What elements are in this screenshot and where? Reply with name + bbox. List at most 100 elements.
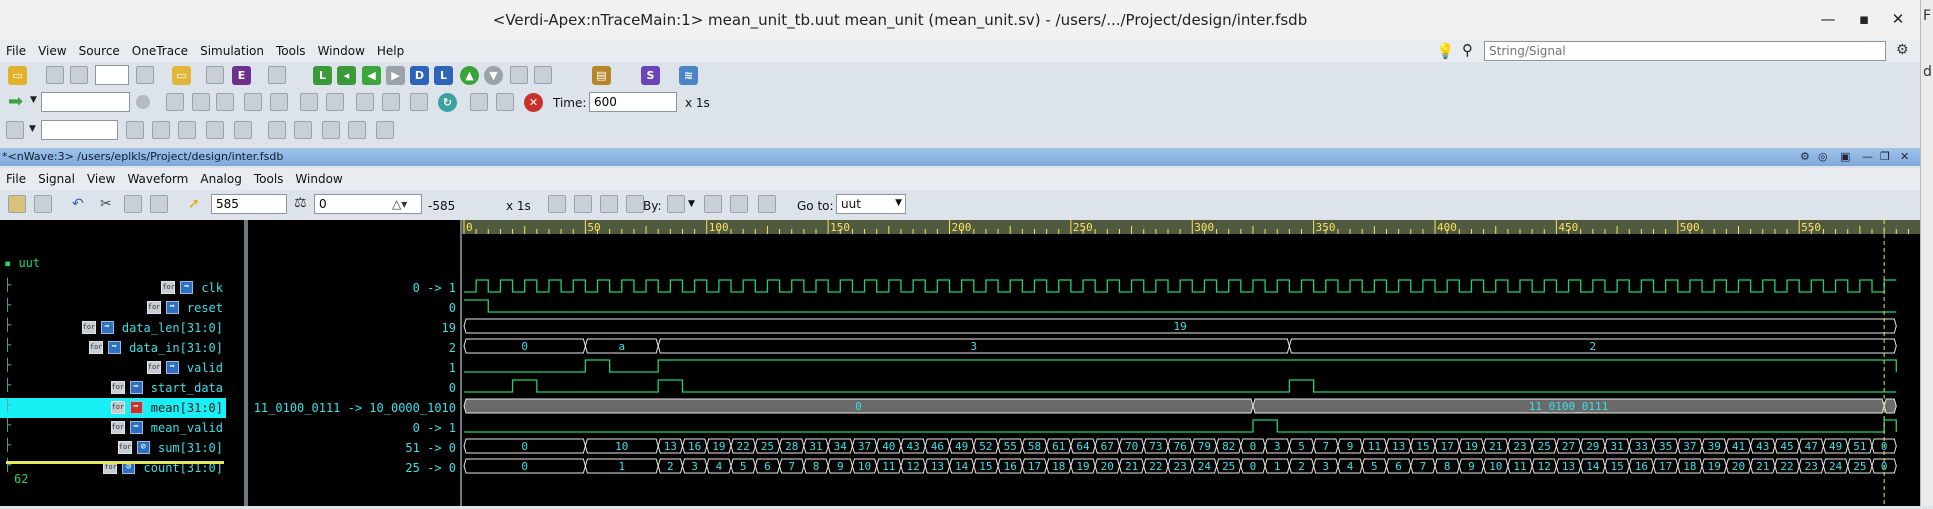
value-row[interactable]: 25 -> 0 (248, 458, 460, 478)
nwave-menu-waveform[interactable]: Waveform (121, 172, 194, 186)
signal-row[interactable]: ├ reset for ➡ (0, 298, 226, 318)
back-arrow-icon[interactable]: ◀ (362, 66, 381, 85)
trace-l-icon[interactable]: L (313, 66, 332, 85)
hierarchy-icon[interactable] (510, 66, 528, 84)
fsm-icon[interactable] (136, 66, 154, 84)
settings-icon[interactable]: ⚙ (1896, 42, 1909, 58)
run-combo[interactable] (41, 92, 130, 112)
nwave-reload-icon[interactable] (34, 195, 52, 213)
nwave-paste-icon[interactable] (150, 195, 168, 213)
nwave-menu-view[interactable]: View (81, 172, 121, 186)
nwave-menu-tools[interactable]: Tools (248, 172, 290, 186)
save-icon[interactable] (322, 121, 340, 139)
value-row[interactable]: 11_0100_0111 -> 10_0000_1010 (248, 398, 460, 418)
cs-icon[interactable] (356, 93, 374, 111)
force-icon[interactable] (206, 121, 224, 139)
value-row[interactable]: 2 (248, 338, 460, 358)
close-window-button[interactable]: ✕ (1883, 10, 1913, 28)
goto-select[interactable]: uut ▼ (836, 194, 906, 214)
value-row[interactable]: 0 (248, 298, 460, 318)
zoom-all-icon[interactable] (626, 195, 644, 213)
search-icon[interactable]: ⚲ (1462, 41, 1473, 59)
nwave-cursor-icon[interactable]: ➚ (188, 196, 200, 212)
schematic-icon[interactable] (70, 66, 88, 84)
step-into-icon[interactable] (216, 93, 234, 111)
cancel-icon[interactable]: ✕ (524, 93, 543, 112)
wave-tool-icon[interactable] (6, 121, 24, 139)
nwave-gear-icon[interactable]: ⚙ (1800, 148, 1810, 166)
minimize-button[interactable]: — (1813, 10, 1843, 28)
open-folder-icon[interactable]: ▭ (8, 66, 27, 85)
step-over-icon[interactable] (192, 93, 210, 111)
by-dropdown-icon[interactable]: ▼ (688, 199, 695, 209)
signal-row[interactable]: ├ valid for ➡ (0, 358, 226, 378)
zoom-in-icon[interactable] (574, 195, 592, 213)
nwave-cut-icon[interactable]: ✂ (100, 196, 112, 212)
marker-icon[interactable]: ⚖ (294, 195, 307, 211)
signal-row[interactable]: ├ sum[31:0] for ⊘ (0, 438, 226, 458)
down-icon[interactable]: ▼ (484, 66, 503, 85)
zoom-fit-icon[interactable] (600, 195, 618, 213)
release-icon[interactable] (234, 121, 252, 139)
maximize-button[interactable]: ▪ (1849, 10, 1879, 28)
cursor-time-input[interactable] (211, 194, 287, 214)
value-row[interactable]: 1 (248, 358, 460, 378)
value-row[interactable]: 0 -> 1 (248, 278, 460, 298)
editor-e-icon[interactable]: E (232, 66, 251, 85)
value-row[interactable]: 19 (248, 318, 460, 338)
nwave-restore-icon[interactable]: ❐ (1880, 148, 1890, 166)
nwave-open-icon[interactable] (8, 195, 26, 213)
lightbulb-icon[interactable]: 💡 (1436, 42, 1455, 60)
signal-row[interactable]: ├ mean_valid for ➡ (0, 418, 226, 438)
driver-d-icon[interactable]: D (410, 66, 429, 85)
waveform-canvas[interactable]: 0 50 100 150 200 250 300 350 400 450 500 550190 a 3 20… (462, 220, 1920, 506)
time-input[interactable] (589, 92, 677, 112)
folder-icon[interactable]: ▭ (172, 66, 191, 85)
nwave-menu-window[interactable]: Window (289, 172, 348, 186)
sync-icon[interactable]: ≋ (679, 66, 698, 85)
goto-dropdown-icon[interactable]: ▼ (895, 198, 902, 208)
up-icon[interactable]: ▲ (460, 66, 479, 85)
copy-icon[interactable] (268, 66, 286, 84)
tb-icon[interactable] (300, 93, 318, 111)
wave-view-icon[interactable] (46, 66, 64, 84)
break-icon[interactable] (270, 93, 288, 111)
menu-onetrace[interactable]: OneTrace (126, 44, 194, 58)
connect-icon[interactable] (534, 66, 552, 84)
menu-file[interactable]: File (0, 44, 32, 58)
toolbar-combo[interactable] (95, 65, 129, 85)
nwave-undo-icon[interactable]: ↶ (72, 196, 84, 212)
cs3-icon[interactable] (410, 93, 428, 111)
menu-window[interactable]: Window (312, 44, 371, 58)
value-row[interactable]: 0 (248, 378, 460, 398)
apex-icon[interactable]: S (641, 66, 660, 85)
scope-label[interactable]: ▪ uut (4, 256, 40, 270)
redo-icon[interactable] (294, 121, 312, 139)
cs2-icon[interactable] (382, 93, 400, 111)
menu-tools[interactable]: Tools (270, 44, 312, 58)
menu-source[interactable]: Source (73, 44, 126, 58)
probe2-icon[interactable] (152, 121, 170, 139)
probe-icon[interactable] (126, 121, 144, 139)
edit-icon[interactable] (206, 66, 224, 84)
nwave-help-icon[interactable]: ◎ (1818, 148, 1828, 166)
tb2-icon[interactable] (326, 93, 344, 111)
menu-view[interactable]: View (32, 44, 72, 58)
zoom-out-icon[interactable] (548, 195, 566, 213)
cut-tool-icon[interactable] (178, 121, 196, 139)
nwave-menu-file[interactable]: File (0, 172, 32, 186)
prev-edge-icon[interactable] (704, 195, 722, 213)
signal-row[interactable]: ├ data_len[31:0] for ➡ (0, 318, 226, 338)
value-row[interactable]: 51 -> 0 (248, 438, 460, 458)
next-edge-icon[interactable] (730, 195, 748, 213)
menu-simulation[interactable]: Simulation (194, 44, 270, 58)
image-icon[interactable] (470, 93, 488, 111)
wave-tool-dropdown-icon[interactable]: ▼ (29, 124, 36, 134)
by-mode-icon[interactable] (667, 195, 685, 213)
signal-row[interactable]: ├ start_data for ➡ (0, 378, 226, 398)
refresh-icon[interactable]: ↻ (438, 93, 457, 112)
layout-icon[interactable] (376, 121, 394, 139)
nwave-close-icon[interactable]: ✕ (1900, 148, 1909, 166)
nwave-copy-icon[interactable] (124, 195, 142, 213)
forward-arrow-icon[interactable]: ▶ (386, 66, 405, 85)
